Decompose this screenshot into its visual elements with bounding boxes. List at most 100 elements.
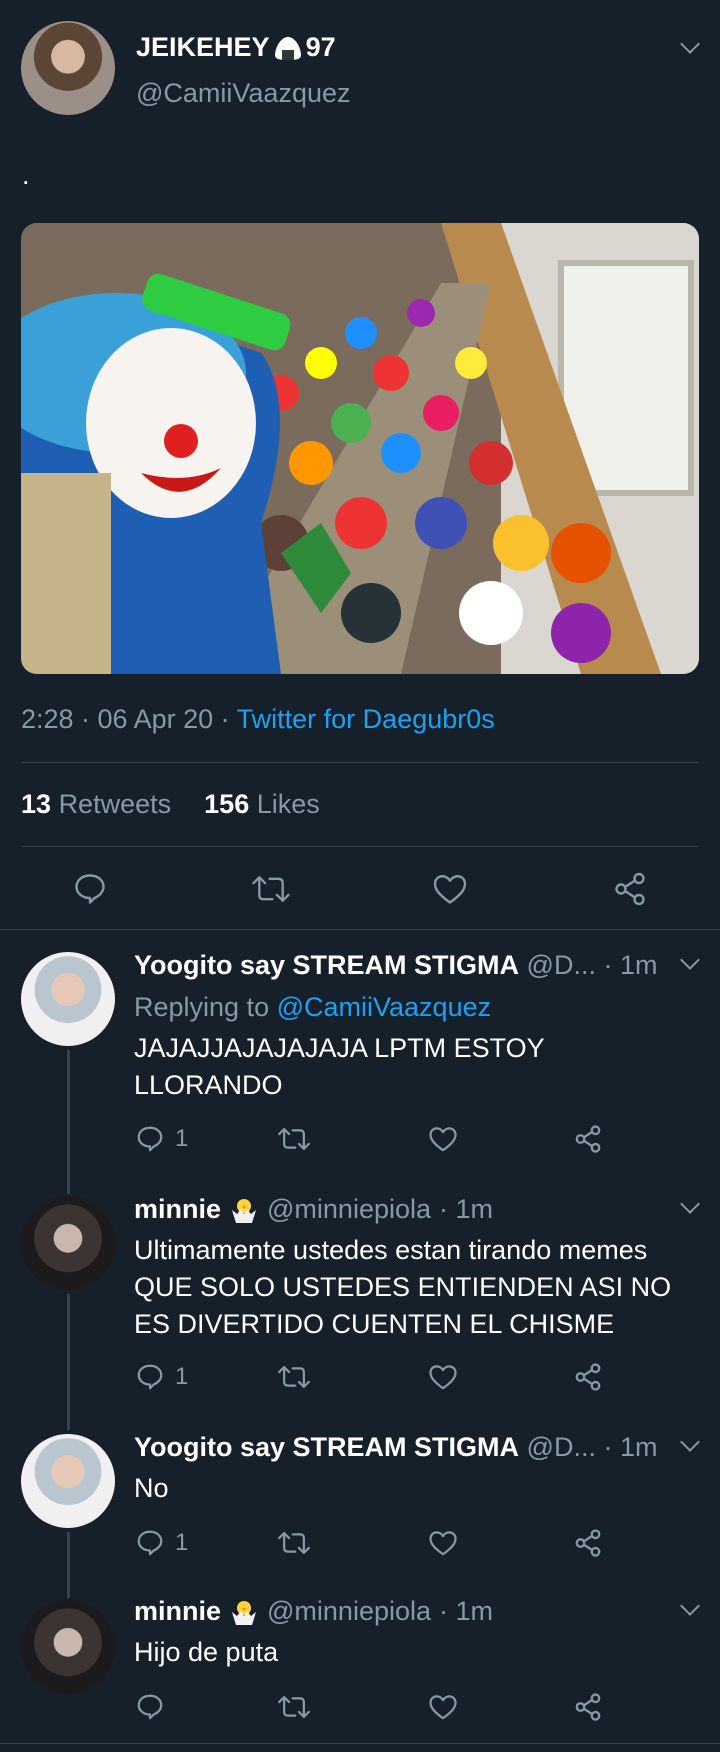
reply-button[interactable] (72, 871, 108, 907)
like-icon (429, 1695, 457, 1720)
thread-line (67, 1294, 70, 1430)
replying-to: Replying to @CamiiVaazquez (134, 989, 491, 1026)
rice-ball-icon (274, 36, 301, 60)
reply-button[interactable]: 1 (135, 1362, 188, 1392)
chick-icon (232, 1600, 257, 1625)
author-name-suffix: 97 (305, 32, 336, 62)
share-button[interactable] (573, 1362, 603, 1392)
share-button[interactable] (612, 871, 648, 907)
reply-time: · 1m (439, 1194, 494, 1224)
reply-button[interactable] (135, 1692, 175, 1722)
retweet-icon (278, 1366, 310, 1388)
reply-handle[interactable]: @D... (527, 950, 596, 980)
tweet-text: . (22, 160, 30, 190)
reply-icon (137, 1530, 163, 1556)
retweets-stat[interactable]: 13 Retweets (21, 789, 179, 819)
divider (0, 1743, 720, 1744)
chevron-down-icon[interactable] (680, 34, 700, 54)
replying-to-handle[interactable]: @CamiiVaazquez (277, 992, 492, 1022)
reply-name[interactable]: minnie (134, 1194, 221, 1225)
reply-handle[interactable]: @minniepiola (267, 1194, 431, 1225)
retweet-button[interactable] (278, 1692, 310, 1722)
likes-label: Likes (256, 789, 320, 819)
divider (21, 846, 699, 847)
tweet-meta: 2:28 · 06 Apr 20 · Twitter for Daegubr0s (21, 704, 495, 735)
retweet-icon (278, 1128, 310, 1150)
reply-button[interactable]: 1 (135, 1124, 188, 1154)
tweet-timestamp: 2:28 · 06 Apr 20 · (21, 704, 230, 734)
reply-handle[interactable]: @D... (527, 1432, 596, 1462)
reply-name[interactable]: minnie (134, 1596, 221, 1627)
tweet-photo[interactable] (21, 223, 699, 674)
reply-header: Yoogito say STREAM STIGMA @D... · 1m (134, 950, 657, 981)
reply-handle[interactable]: @minniepiola (267, 1596, 431, 1627)
like-button[interactable] (428, 1124, 458, 1154)
author-avatar[interactable] (21, 21, 115, 115)
retweet-icon (252, 876, 290, 902)
retweet-icon (278, 1532, 310, 1554)
like-button[interactable] (428, 1362, 458, 1392)
like-button[interactable] (432, 871, 468, 907)
share-icon (575, 1363, 601, 1391)
chevron-down-icon[interactable] (680, 950, 700, 970)
reply-icon (137, 1694, 163, 1720)
reply-text: Ultimamente ustedes estan tirando memes … (134, 1235, 672, 1339)
reply-header: Yoogito say STREAM STIGMA @D... · 1m (134, 1432, 657, 1463)
like-icon (429, 1127, 457, 1152)
author-display-name: JEIKEHEY (136, 32, 270, 62)
share-icon (575, 1693, 601, 1721)
reply-count: 1 (175, 1363, 189, 1390)
like-icon (433, 875, 467, 904)
chevron-down-icon[interactable] (680, 1194, 700, 1214)
author-handle[interactable]: @CamiiVaazquez (136, 78, 351, 109)
author-name[interactable]: JEIKEHEY 97 (136, 32, 336, 63)
retweet-button[interactable] (278, 1124, 310, 1154)
reply-time: · 1m (603, 950, 658, 980)
like-button[interactable] (428, 1692, 458, 1722)
likes-count: 156 (204, 789, 250, 819)
reply-name[interactable]: Yoogito say STREAM STIGMA (134, 950, 519, 980)
thread-line (67, 1532, 70, 1598)
reply-icon (137, 1364, 163, 1390)
reply-count: 1 (175, 1125, 189, 1152)
reply-time: · 1m (603, 1432, 658, 1462)
retweet-icon (278, 1696, 310, 1718)
reply-avatar[interactable] (21, 1600, 115, 1694)
chick-icon (232, 1198, 257, 1223)
retweets-count: 13 (21, 789, 52, 819)
reply-avatar[interactable] (21, 1196, 115, 1290)
reply-avatar[interactable] (21, 1434, 115, 1528)
reply-icon (75, 874, 105, 904)
reply-name[interactable]: Yoogito say STREAM STIGMA (134, 1432, 519, 1462)
reply-avatar[interactable] (21, 952, 115, 1046)
reply-time: · 1m (439, 1596, 494, 1626)
share-button[interactable] (573, 1124, 603, 1154)
tweet-source[interactable]: Twitter for Daegubr0s (237, 704, 495, 734)
likes-stat[interactable]: 156 Likes (204, 789, 320, 819)
retweet-button[interactable] (278, 1362, 310, 1392)
retweets-label: Retweets (58, 789, 172, 819)
divider (0, 929, 720, 930)
reply-button[interactable]: 1 (135, 1528, 188, 1558)
reply-count: 1 (175, 1529, 189, 1556)
share-button[interactable] (573, 1528, 603, 1558)
retweet-button[interactable] (252, 871, 290, 907)
like-icon (429, 1531, 457, 1556)
like-button[interactable] (428, 1528, 458, 1558)
reply-icon (137, 1126, 163, 1152)
share-icon (575, 1529, 601, 1557)
share-button[interactable] (573, 1692, 603, 1722)
reply-text: No (134, 1473, 169, 1503)
divider (21, 762, 699, 763)
reply-text: JAJAJJAJAJAJAJA LPTM ESTOY LLORANDO (134, 1033, 545, 1100)
tweet-stats: 13 Retweets 156 Likes (21, 789, 320, 820)
thread-line (67, 1050, 70, 1194)
chevron-down-icon[interactable] (680, 1432, 700, 1452)
chevron-down-icon[interactable] (680, 1596, 700, 1616)
share-icon (575, 1125, 601, 1153)
replying-to-label: Replying to (134, 992, 270, 1022)
like-icon (429, 1365, 457, 1390)
retweet-button[interactable] (278, 1528, 310, 1558)
reply-text: Hijo de puta (134, 1637, 279, 1667)
reply-header: minnie @minniepiola · 1m (134, 1194, 493, 1225)
